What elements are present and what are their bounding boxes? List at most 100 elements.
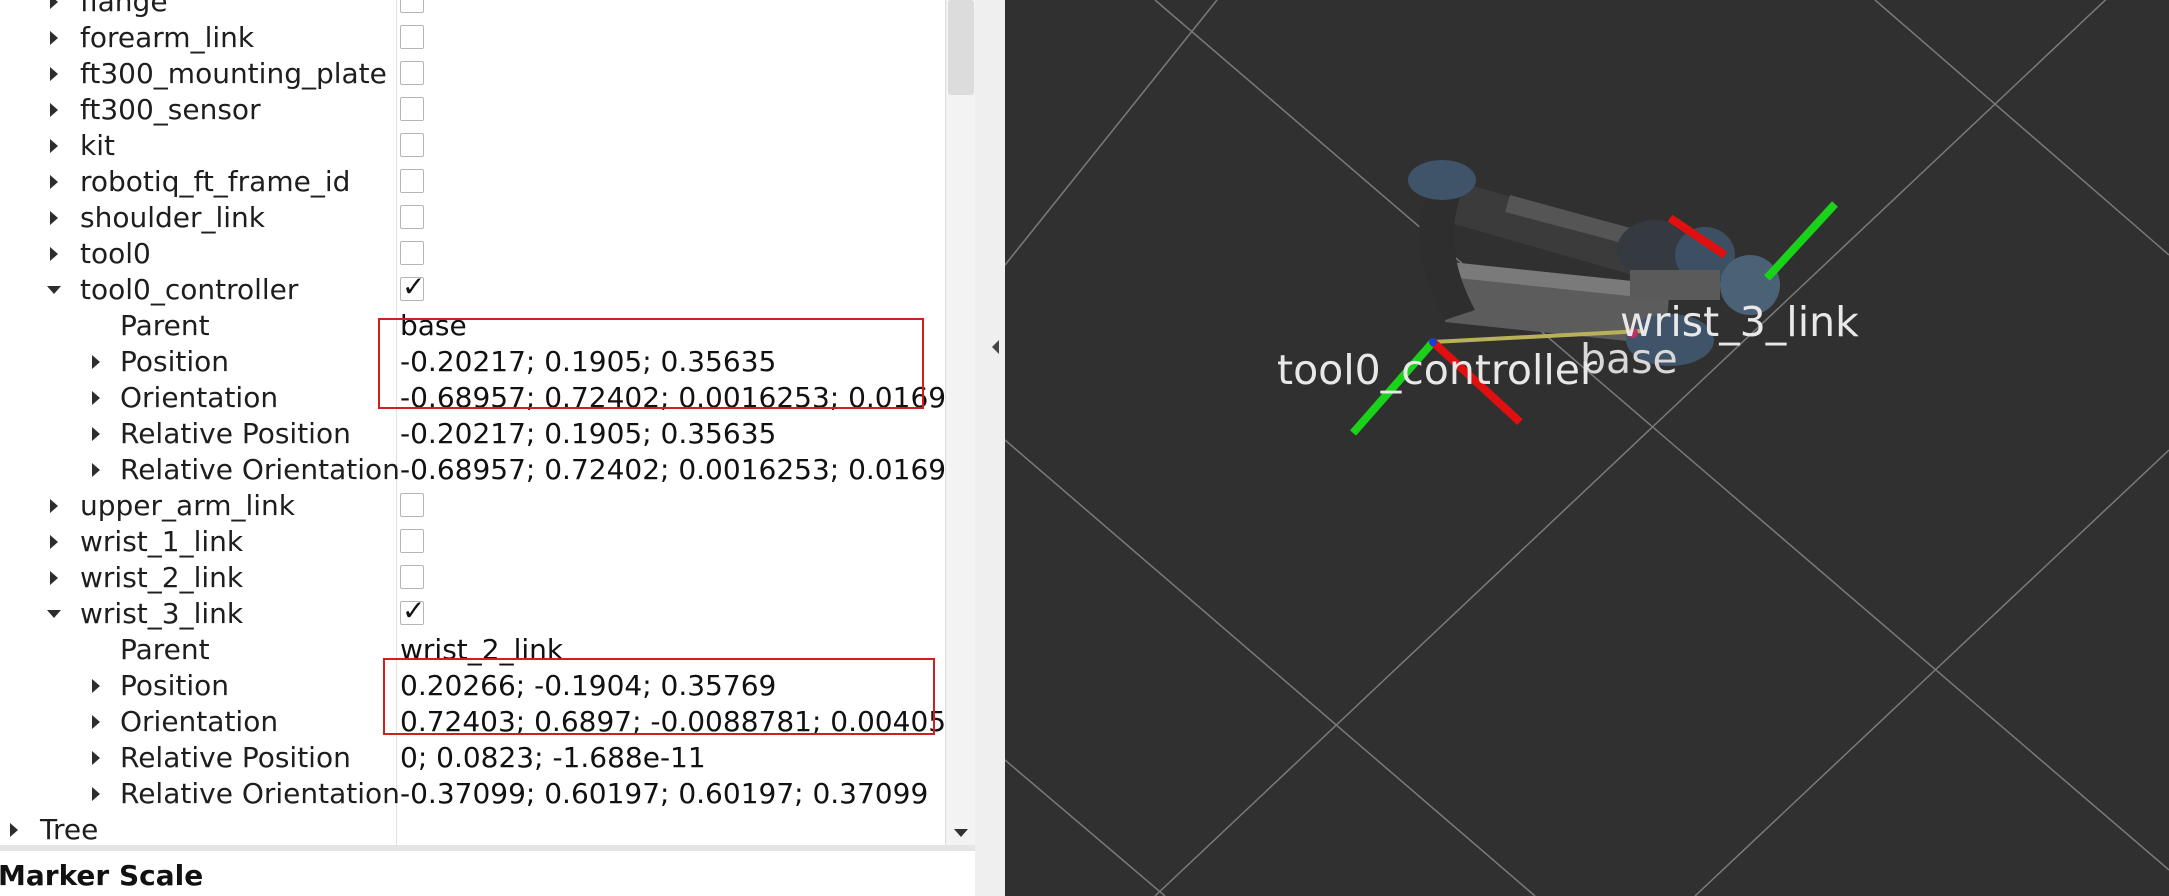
tree-row-tool0-controller-relative-orientation[interactable]: Relative Orientation -0.68957; 0.72402; 0…: [0, 452, 964, 488]
tree-row-label: wrist_1_link: [80, 525, 244, 558]
tree-row-label: kit: [80, 129, 115, 162]
expand-right-icon[interactable]: [50, 571, 58, 585]
expand-right-icon[interactable]: [92, 715, 100, 729]
checkmark-icon: ✓: [402, 270, 426, 303]
expand-right-icon[interactable]: [92, 391, 100, 405]
expand-right-icon[interactable]: [50, 31, 58, 45]
tree-row-tool0-controller-relative-position[interactable]: Relative Position -0.20217; 0.1905; 0.356…: [0, 416, 945, 452]
expand-right-icon[interactable]: [92, 787, 100, 801]
tree-row-wrist-3-link-relative-orientation[interactable]: Relative Orientation -0.37099; 0.60197; 0…: [0, 776, 945, 812]
tree-row-wrist-3-link-relative-position[interactable]: Relative Position 0; 0.0823; -1.688e-11: [0, 740, 945, 776]
frame-visible-checkbox[interactable]: [400, 97, 424, 121]
frame-visible-checkbox[interactable]: [400, 61, 424, 85]
tree-row-label: ft300_mounting_plate: [80, 57, 387, 90]
expand-right-icon[interactable]: [50, 211, 58, 225]
tree-row-label: wrist_3_link: [80, 597, 244, 630]
collapse-left-icon[interactable]: [992, 340, 999, 354]
expand-right-icon[interactable]: [50, 0, 58, 9]
ground-grid: [1005, 0, 2169, 896]
frame-visible-checkbox[interactable]: ✓: [400, 596, 425, 626]
tree-row-value: -0.37099; 0.60197; 0.60197; 0.37099: [400, 777, 929, 810]
tree-row-ft300-mounting-plate[interactable]: ft300_mounting_plate: [0, 56, 945, 92]
expand-right-icon[interactable]: [50, 247, 58, 261]
tree-row-label: forearm_link: [80, 21, 255, 54]
wrist-housing: [1630, 270, 1720, 300]
highlight-box-wrist3-pose: [383, 658, 935, 735]
frame-visible-checkbox[interactable]: [400, 241, 424, 265]
tree-row-tree[interactable]: Tree: [0, 812, 945, 845]
property-description: Marker Scale: [0, 851, 975, 896]
expand-right-icon[interactable]: [92, 463, 100, 477]
expand-right-icon[interactable]: [50, 535, 58, 549]
tree-row-wrist-3-link[interactable]: wrist_3_link ✓: [0, 596, 945, 632]
panel-splitter[interactable]: [975, 0, 1005, 896]
3d-viewport[interactable]: base tool0_controller wrist_3_link: [1005, 0, 2169, 896]
tree-row-label: Relative Orientation: [120, 453, 400, 486]
tree-row-label: Orientation: [120, 381, 279, 414]
grid-line: [1005, 759, 1166, 896]
frame-visible-checkbox[interactable]: [400, 169, 424, 193]
expand-right-icon[interactable]: [92, 679, 100, 693]
tree-row-flange[interactable]: flange: [0, 0, 945, 20]
tree-row-label: Orientation: [120, 705, 279, 738]
tree-row-tool0-controller[interactable]: tool0_controller ✓: [0, 272, 945, 308]
tree-row-shoulder-link[interactable]: shoulder_link: [0, 200, 945, 236]
tree-row-kit[interactable]: kit: [0, 128, 945, 164]
tool0-origin: [1429, 338, 1437, 346]
frame-visible-checkbox[interactable]: ✓: [400, 272, 425, 302]
tree-row-label: wrist_2_link: [80, 561, 244, 594]
frame-visible-checkbox[interactable]: [400, 133, 424, 157]
frame-visible-checkbox[interactable]: [400, 493, 424, 517]
tree-row-label: tool0: [80, 237, 151, 270]
expand-right-icon[interactable]: [50, 103, 58, 117]
checkmark-icon: ✓: [402, 594, 426, 627]
tree-scrollbar[interactable]: [945, 0, 975, 845]
tree-row-label: Relative Position: [120, 417, 351, 450]
tree-row-robotiq-ft-frame-id[interactable]: robotiq_ft_frame_id: [0, 164, 945, 200]
expand-right-icon[interactable]: [10, 823, 18, 837]
tree-row-label: Tree: [40, 813, 99, 845]
tree-row-label: Position: [120, 345, 230, 378]
tree-row-label: tool0_controller: [80, 273, 299, 306]
frame-visible-checkbox[interactable]: [400, 565, 424, 589]
expand-right-icon[interactable]: [92, 427, 100, 441]
tree-row-label: Parent: [120, 633, 210, 666]
tree-row-label: robotiq_ft_frame_id: [80, 165, 351, 198]
tree-row-upper-arm-link[interactable]: upper_arm_link: [0, 488, 945, 524]
tree-row-ft300-sensor[interactable]: ft300_sensor: [0, 92, 945, 128]
tree-row-label: flange: [80, 0, 168, 18]
grid-line: [1874, 0, 2169, 256]
expand-right-icon[interactable]: [50, 67, 58, 81]
wrist3-y-axis: [1764, 201, 1838, 281]
tree-row-wrist-1-link[interactable]: wrist_1_link: [0, 524, 945, 560]
frame-visible-checkbox[interactable]: [400, 25, 424, 49]
frame-visible-checkbox[interactable]: [400, 0, 424, 13]
tree-row-label: Relative Orientation: [120, 777, 400, 810]
tree-row-label: Parent: [120, 309, 210, 342]
tree-row-forearm-link[interactable]: forearm_link: [0, 20, 945, 56]
expand-right-icon[interactable]: [50, 499, 58, 513]
grid-line: [1005, 0, 1218, 266]
expand-right-icon[interactable]: [50, 175, 58, 189]
expand-down-icon[interactable]: [47, 610, 61, 618]
tree-row-label: shoulder_link: [80, 201, 266, 234]
expand-right-icon[interactable]: [92, 355, 100, 369]
tree-row-tool0[interactable]: tool0: [0, 236, 945, 272]
grid-line: [1694, 449, 2169, 896]
frame-visible-checkbox[interactable]: [400, 529, 424, 553]
expand-down-icon[interactable]: [47, 286, 61, 294]
tree-row-wrist-2-link[interactable]: wrist_2_link: [0, 560, 945, 596]
expand-right-icon[interactable]: [50, 139, 58, 153]
tree-row-value: 0; 0.0823; -1.688e-11: [400, 741, 706, 774]
scrollbar-thumb[interactable]: [948, 0, 974, 95]
frame-visible-checkbox[interactable]: [400, 205, 424, 229]
tree-row-label: upper_arm_link: [80, 489, 296, 522]
scroll-down-icon[interactable]: [954, 829, 968, 837]
tf-tree-panel: flange forearm_link ft300_mounting_plate ft…: [0, 0, 975, 845]
grid-line: [1154, 0, 2169, 871]
grid-line: [1154, 0, 2107, 896]
tree-row-value: -0.68957; 0.72402; 0.0016253; 0.01695: [400, 453, 964, 486]
viewport-scene: [1005, 0, 2169, 896]
expand-right-icon[interactable]: [92, 751, 100, 765]
frame-label-wrist-3-link: wrist_3_link: [1620, 298, 1859, 346]
